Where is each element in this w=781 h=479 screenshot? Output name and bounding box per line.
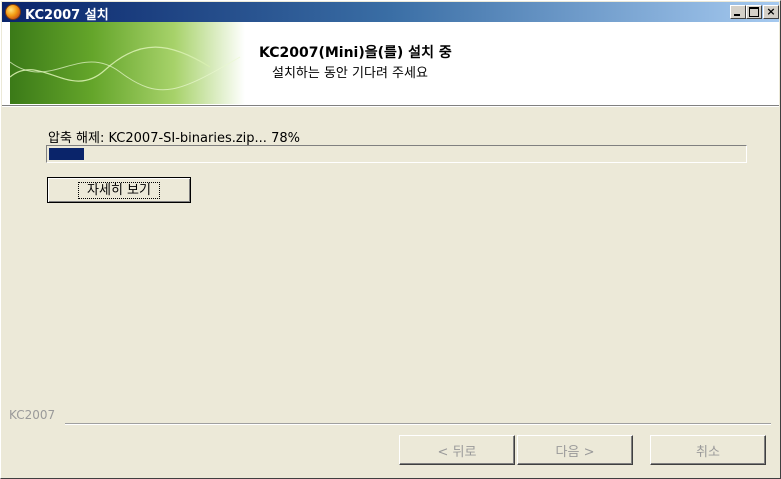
divider (65, 423, 771, 425)
show-details-label: 자세히 보기 (78, 181, 160, 199)
back-button[interactable]: < 뒤로 (399, 435, 515, 465)
minimize-icon[interactable] (730, 5, 746, 19)
show-details-button[interactable]: 자세히 보기 (47, 177, 191, 203)
window-title: KC2007 설치 (25, 8, 109, 23)
banner-graphic (10, 22, 245, 104)
title-bar[interactable]: KC2007 설치 × (2, 2, 779, 23)
progress-bar (46, 145, 747, 163)
installer-window: KC2007 설치 × KC2007(Mini)을(를) 설치 중 설치하는 동… (0, 0, 781, 479)
header-panel: KC2007(Mini)을(를) 설치 중 설치하는 동안 기다려 주세요 (2, 22, 779, 107)
maximize-icon[interactable] (746, 5, 762, 19)
cancel-button[interactable]: 취소 (650, 435, 766, 465)
installer-app-icon (5, 4, 21, 20)
brand-label: KC2007 (9, 408, 56, 422)
header-subtitle: 설치하는 동안 기다려 주세요 (272, 66, 428, 81)
header-title: KC2007(Mini)을(를) 설치 중 (259, 45, 452, 61)
progress-fill (49, 148, 84, 160)
close-icon[interactable]: × (763, 5, 779, 19)
next-button[interactable]: 다음 > (517, 435, 633, 465)
wave-graphic (10, 46, 241, 91)
status-text: 압축 해제: KC2007-SI-binaries.zip... 78% (48, 131, 300, 146)
